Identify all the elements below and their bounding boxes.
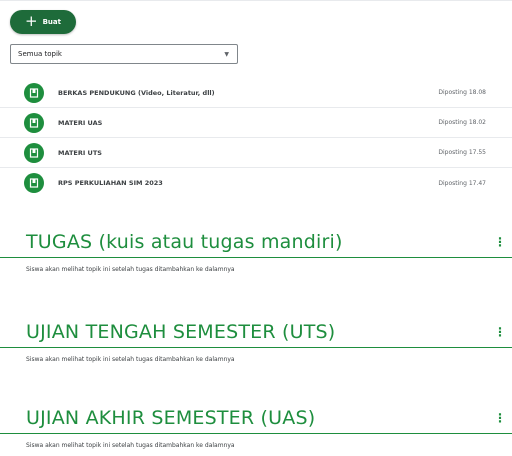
material-item[interactable]: BERKAS PENDUKUNG (Video, Literatur, dll)… <box>0 78 512 108</box>
topic-title: TUGAS (kuis atau tugas mandiri) <box>26 231 343 253</box>
topic-empty-note: Siswa akan melihat topik ini setelah tug… <box>26 442 235 449</box>
material-icon <box>24 173 44 193</box>
create-button[interactable]: + Buat <box>10 10 76 34</box>
material-date: Diposting 18.02 <box>438 119 486 126</box>
material-list: BERKAS PENDUKUNG (Video, Literatur, dll)… <box>0 78 512 198</box>
material-icon <box>24 112 44 133</box>
material-item[interactable]: RPS PERKULIAHAN SIM 2023 Diposting 17.47 <box>0 168 512 198</box>
material-icon <box>24 142 44 163</box>
topic-section: UJIAN TENGAH SEMESTER (UTS) ⋮ Siswa akan… <box>0 317 512 363</box>
topic-filter-value: Semua topik <box>18 50 62 58</box>
topic-section: UJIAN AKHIR SEMESTER (UAS) ⋮ Siswa akan … <box>0 403 512 449</box>
topic-header: TUGAS (kuis atau tugas mandiri) ⋮ <box>0 227 512 258</box>
topic-section: TUGAS (kuis atau tugas mandiri) ⋮ Siswa … <box>0 227 512 273</box>
top-divider <box>0 0 512 1</box>
material-title: BERKAS PENDUKUNG (Video, Literatur, dll) <box>58 88 215 97</box>
material-date: Diposting 17.47 <box>438 179 486 187</box>
material-title: MATERI UAS <box>58 118 103 127</box>
dropdown-caret-icon: ▼ <box>224 50 229 58</box>
more-vert-icon[interactable]: ⋮ <box>494 235 506 249</box>
topic-header: UJIAN TENGAH SEMESTER (UTS) ⋮ <box>0 317 512 348</box>
material-item[interactable]: MATERI UAS Diposting 18.02 <box>0 108 512 138</box>
topic-header: UJIAN AKHIR SEMESTER (UAS) ⋮ <box>0 403 512 434</box>
material-title: MATERI UTS <box>58 148 102 157</box>
plus-icon: + <box>25 11 38 30</box>
topic-empty-note: Siswa akan melihat topik ini setelah tug… <box>26 266 235 273</box>
more-vert-icon[interactable]: ⋮ <box>494 411 506 425</box>
material-title: RPS PERKULIAHAN SIM 2023 <box>58 179 163 187</box>
material-icon <box>24 82 44 103</box>
material-date: Diposting 18.08 <box>438 89 486 96</box>
more-vert-icon[interactable]: ⋮ <box>494 325 506 339</box>
create-button-label: Buat <box>42 18 61 26</box>
topic-filter-select[interactable]: Semua topik ▼ <box>10 44 238 64</box>
material-date: Diposting 17.55 <box>438 149 486 156</box>
topic-empty-note: Siswa akan melihat topik ini setelah tug… <box>26 356 235 363</box>
topic-title: UJIAN TENGAH SEMESTER (UTS) <box>26 321 336 343</box>
topic-title: UJIAN AKHIR SEMESTER (UAS) <box>26 407 316 429</box>
material-item[interactable]: MATERI UTS Diposting 17.55 <box>0 138 512 168</box>
